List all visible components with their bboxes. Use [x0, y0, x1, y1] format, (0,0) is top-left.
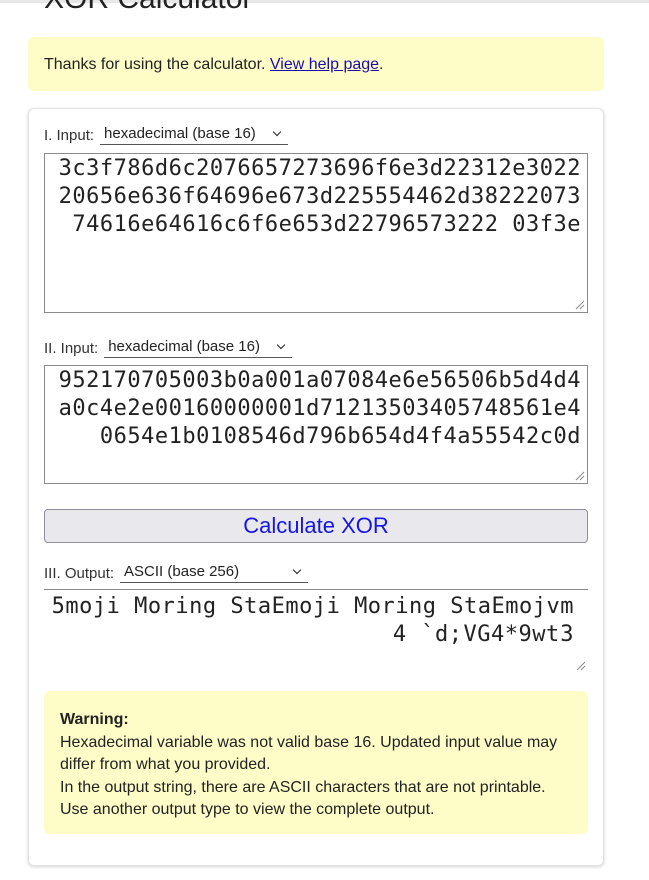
warning-notice: Warning: Hexadecimal variable was not va… — [44, 691, 588, 834]
input1-value: 3c3f786d6c2076657273696f6e3d22312e302220… — [59, 156, 581, 237]
input2-row: II. Input: hexadecimal (base 16) — [44, 338, 292, 358]
warning-line-2: In the output string, there are ASCII ch… — [60, 777, 572, 822]
output-value: 5moji Moring StaEmoji Moring StaEmojvm4… — [52, 594, 574, 647]
thanks-notice: Thanks for using the calculator. View he… — [28, 37, 604, 91]
input2-textarea[interactable]: 952170705003b0a001a07084e6e56506b5d4d4a0… — [44, 365, 588, 484]
input2-type-select[interactable]: hexadecimal (base 16) — [104, 338, 292, 358]
input2-label: II. Input: — [44, 340, 98, 357]
thanks-period: . — [379, 56, 383, 73]
input1-label: I. Input: — [44, 127, 94, 144]
page-title: XOR Calculator — [44, 0, 252, 16]
output-type-select[interactable]: ASCII (base 256) — [120, 563, 308, 583]
output-label: III. Output: — [44, 565, 114, 582]
input2-value: 952170705003b0a001a07084e6e56506b5d4d4a0… — [59, 368, 581, 449]
input1-type-select[interactable]: hexadecimal (base 16) — [100, 125, 288, 145]
chevron-down-icon — [277, 341, 285, 349]
resize-handle-icon[interactable] — [575, 471, 585, 481]
chevron-down-icon — [293, 566, 301, 574]
resize-handle-icon[interactable] — [575, 300, 585, 310]
input1-row: I. Input: hexadecimal (base 16) — [44, 125, 288, 145]
thanks-text: Thanks for using the calculator. — [44, 56, 270, 73]
output-row: III. Output: ASCII (base 256) — [44, 563, 308, 583]
warning-line-1: Hexadecimal variable was not valid base … — [60, 732, 572, 777]
input1-type-value: hexadecimal (base 16) — [104, 125, 256, 142]
output-textarea[interactable]: 5moji Moring StaEmoji Moring StaEmojvm4… — [44, 589, 588, 673]
calculate-xor-button[interactable]: Calculate XOR — [44, 509, 588, 543]
resize-handle-icon[interactable] — [576, 661, 586, 671]
warning-title: Warning: — [60, 709, 572, 732]
input1-textarea[interactable]: 3c3f786d6c2076657273696f6e3d22312e302220… — [44, 153, 588, 313]
chevron-down-icon — [273, 128, 281, 136]
input2-type-value: hexadecimal (base 16) — [108, 338, 260, 355]
help-page-link[interactable]: View help page — [270, 56, 379, 73]
output-type-value: ASCII (base 256) — [124, 563, 239, 580]
